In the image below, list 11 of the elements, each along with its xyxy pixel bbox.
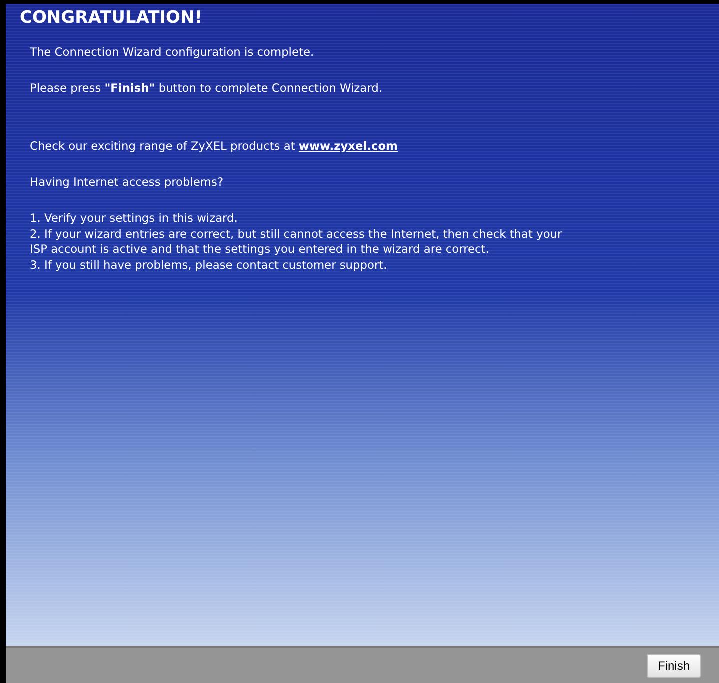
completion-message: The Connection Wizard configuration is complete. xyxy=(30,45,316,59)
instruction-text: Please press "Finish" button to complete Connection Wizard. xyxy=(30,81,384,95)
help-step: 1. Verify your settings in this wizard. xyxy=(30,211,719,227)
promo-text: Check our exciting range of ZyXEL products at www.zyxel.com xyxy=(30,139,399,153)
page-title: CONGRATULATION! xyxy=(20,8,204,28)
help-step: ISP account is active and that the settings you entered in the wizard are correct. xyxy=(30,242,719,258)
question-text: Having Internet access problems? xyxy=(30,175,224,189)
website-link[interactable]: www.zyxel.com xyxy=(298,139,398,153)
help-step: 2. If your wizard entries are correct, but still cannot access the Internet, then check that your xyxy=(30,226,719,242)
help-step: 3. If you still have problems, please contact customer support. xyxy=(30,258,719,274)
finish-button[interactable]: Finish xyxy=(646,654,701,678)
